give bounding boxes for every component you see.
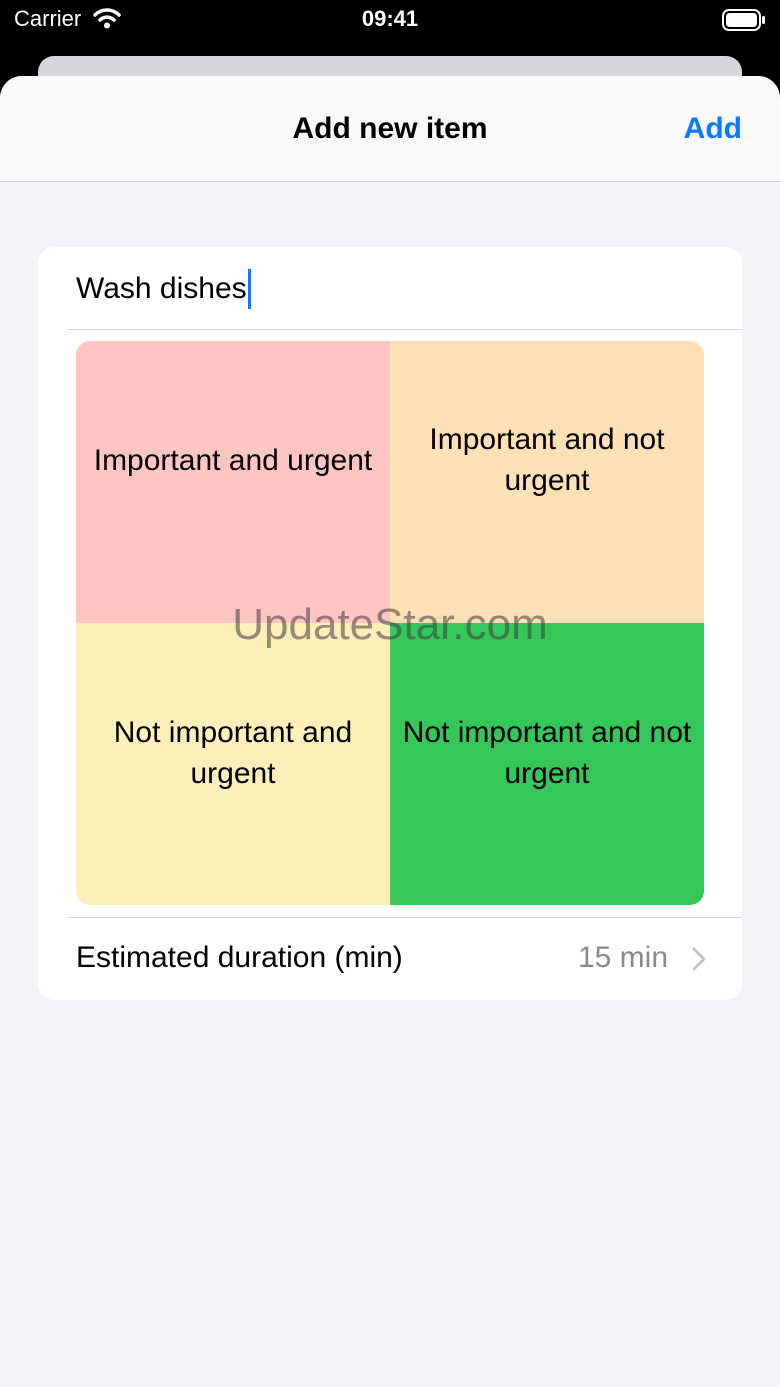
form-card: Wash dishes Important and urgent Importa… <box>38 247 742 1000</box>
quadrant-label: Important and urgent <box>93 443 373 477</box>
divider <box>68 329 742 330</box>
duration-value: 15 min <box>577 941 668 974</box>
modal-sheet: Add new item Add Wash dishes Important a… <box>0 76 780 1387</box>
quadrant-important-urgent[interactable]: Important and urgent <box>76 341 390 623</box>
battery-icon <box>722 9 766 36</box>
duration-label: Estimated duration (min) <box>76 941 403 974</box>
quadrant-not-important-not-urgent[interactable]: Not important and not urgent <box>390 623 704 905</box>
duration-row[interactable]: Estimated duration (min) 15 min <box>38 917 742 1000</box>
quadrant-not-important-urgent[interactable]: Not important and urgent <box>76 623 390 905</box>
title-row[interactable]: Wash dishes <box>38 247 742 329</box>
quadrant-label: Not important and urgent <box>113 716 353 790</box>
title-input-value: Wash dishes <box>76 272 247 305</box>
quadrant-label: Not important and not urgent <box>402 716 692 790</box>
add-button[interactable]: Add <box>684 112 742 146</box>
navigation-bar: Add new item Add <box>0 76 780 182</box>
priority-matrix: Important and urgent Important and not u… <box>76 341 704 905</box>
page-title: Add new item <box>292 112 488 145</box>
quadrant-label: Important and not urgent <box>429 423 665 497</box>
chevron-right-icon <box>692 947 706 976</box>
text-cursor <box>247 269 251 309</box>
status-time: 09:41 <box>361 6 419 31</box>
quadrant-important-not-urgent[interactable]: Important and not urgent <box>390 341 704 623</box>
title-input[interactable]: Wash dishes <box>76 269 251 309</box>
status-bar: Carrier 09:41 <box>0 0 780 56</box>
